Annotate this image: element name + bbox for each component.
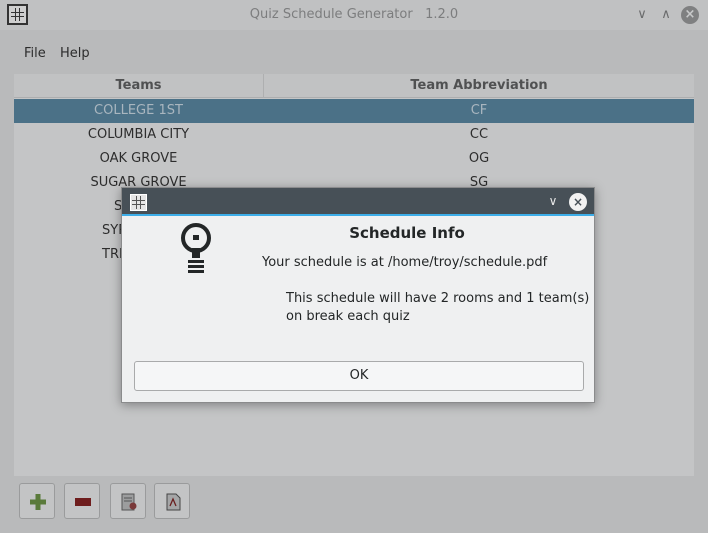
remove-team-button[interactable] xyxy=(64,483,100,519)
add-team-button[interactable] xyxy=(19,483,55,519)
minimize-button[interactable]: ∨ xyxy=(633,6,651,24)
column-header-abbrev[interactable]: Team Abbreviation xyxy=(264,78,694,93)
window-title: Quiz Schedule Generator 1.2.0 xyxy=(0,7,708,22)
export-pdf-button[interactable] xyxy=(154,483,190,519)
ok-button[interactable]: OK xyxy=(134,361,584,391)
team-name-cell: OAK GROVE xyxy=(99,151,178,166)
menu-help[interactable]: Help xyxy=(60,46,90,61)
dialog-titlebar: ∨ × xyxy=(122,188,594,216)
plus-icon xyxy=(30,494,46,510)
table-row[interactable]: OAK GROVE OG xyxy=(14,147,694,171)
team-abbrev-cell: CC xyxy=(469,127,489,142)
window-title-text: Quiz Schedule Generator xyxy=(249,7,413,22)
column-header-teams[interactable]: Teams xyxy=(14,78,263,93)
document-gear-icon xyxy=(121,493,137,511)
team-abbrev-cell: CF xyxy=(470,103,488,118)
window-version: 1.2.0 xyxy=(425,7,459,22)
maximize-button[interactable]: ∧ xyxy=(657,6,675,24)
team-abbrev-cell: OG xyxy=(468,151,490,166)
schedule-info-dialog: ∨ × Schedule Info Your schedule is at /h… xyxy=(121,187,595,403)
table-header: Teams Team Abbreviation xyxy=(14,74,694,98)
table-row[interactable]: COLUMBIA CITY CC xyxy=(14,123,694,147)
team-name-cell: COLUMBIA CITY xyxy=(87,127,190,142)
dialog-app-icon xyxy=(130,194,147,211)
dialog-heading: Schedule Info xyxy=(349,224,465,242)
dialog-minimize-button[interactable]: ∨ xyxy=(545,193,561,209)
window-titlebar: Quiz Schedule Generator 1.2.0 ∨ ∧ × xyxy=(0,0,708,30)
dialog-close-button[interactable]: × xyxy=(569,193,587,211)
minus-icon xyxy=(75,498,91,506)
generate-schedule-button[interactable] xyxy=(110,483,146,519)
team-name-cell: COLLEGE 1ST xyxy=(94,103,183,118)
lightbulb-icon xyxy=(181,223,211,273)
table-row[interactable]: COLLEGE 1ST CF xyxy=(14,99,694,123)
schedule-path-text: Your schedule is at /home/troy/schedule.… xyxy=(262,255,548,270)
schedule-break-text: on break each quiz xyxy=(286,309,410,324)
pdf-document-icon xyxy=(166,493,181,511)
schedule-rooms-text: This schedule will have 2 rooms and 1 te… xyxy=(286,291,590,306)
close-button[interactable]: × xyxy=(681,6,699,24)
menu-file[interactable]: File xyxy=(24,46,46,61)
